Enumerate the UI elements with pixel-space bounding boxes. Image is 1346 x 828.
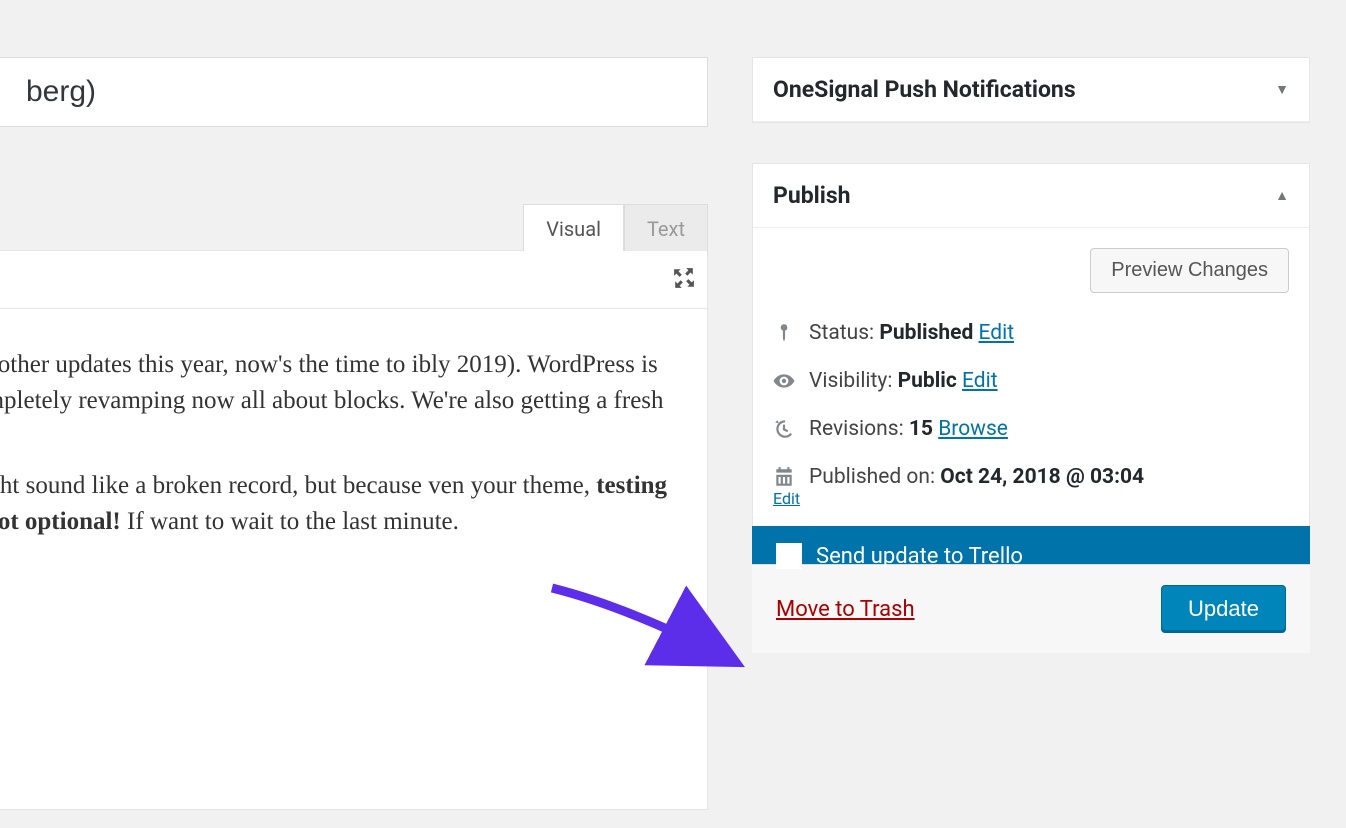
status-edit-link[interactable]: Edit [979, 321, 1015, 345]
publish-header[interactable]: Publish ▲ [753, 164, 1309, 228]
calendar-icon [773, 466, 795, 488]
pin-icon [773, 322, 795, 344]
onesignal-box: OneSignal Push Notifications ▼ [752, 57, 1310, 123]
editor-toolbar [0, 251, 707, 309]
revisions-row: Revisions: 15 Browse [809, 417, 1008, 441]
trello-label: Send update to Trello [816, 544, 1023, 569]
update-button[interactable]: Update [1161, 585, 1286, 633]
onesignal-header[interactable]: OneSignal Push Notifications ▼ [753, 58, 1309, 122]
chevron-down-icon[interactable]: ▼ [1275, 81, 1289, 98]
revisions-browse-link[interactable]: Browse [938, 417, 1008, 441]
editor-text: might sound like a broken record, but be… [0, 472, 596, 499]
published-row: Published on: Oct 24, 2018 @ 03:04 [809, 465, 1144, 489]
post-title-input[interactable] [0, 57, 708, 127]
visibility-row: Visibility: Public Edit [809, 369, 998, 393]
move-to-trash-link[interactable]: Move to Trash [776, 597, 915, 622]
editor-container: Visual Text the other updates this year,… [0, 250, 708, 810]
editor-content[interactable]: the other updates this year, now's the t… [0, 309, 707, 608]
publish-title: Publish [773, 182, 851, 209]
onesignal-title: OneSignal Push Notifications [773, 76, 1076, 103]
fullscreen-icon[interactable] [673, 267, 695, 295]
visibility-value: Public [898, 369, 957, 393]
revisions-label: Revisions: [809, 417, 909, 441]
status-value: Published [879, 321, 973, 345]
eye-icon [773, 370, 795, 392]
publish-actions: Move to Trash Update [752, 564, 1310, 653]
publish-box: Publish ▲ Preview Changes Status: Publis… [752, 163, 1310, 653]
trello-checkbox[interactable] [776, 543, 802, 569]
preview-changes-button[interactable]: Preview Changes [1090, 248, 1289, 293]
chevron-up-icon[interactable]: ▲ [1275, 187, 1289, 204]
editor-text: If want to wait to the last minute. [121, 508, 459, 535]
editor-text: the other updates this year, now's the t… [0, 351, 664, 414]
revisions-value: 15 [909, 417, 933, 441]
published-edit-link[interactable]: Edit [773, 489, 800, 508]
editor-tabs: Visual Text [523, 204, 708, 254]
tab-visual[interactable]: Visual [523, 204, 624, 254]
published-value: Oct 24, 2018 @ 03:04 [940, 465, 1144, 489]
history-icon [773, 418, 795, 440]
visibility-edit-link[interactable]: Edit [962, 369, 998, 393]
published-label: Published on: [809, 465, 940, 489]
status-row: Status: Published Edit [809, 321, 1014, 345]
tab-text[interactable]: Text [624, 204, 708, 254]
visibility-label: Visibility: [809, 369, 898, 393]
status-label: Status: [809, 321, 879, 345]
